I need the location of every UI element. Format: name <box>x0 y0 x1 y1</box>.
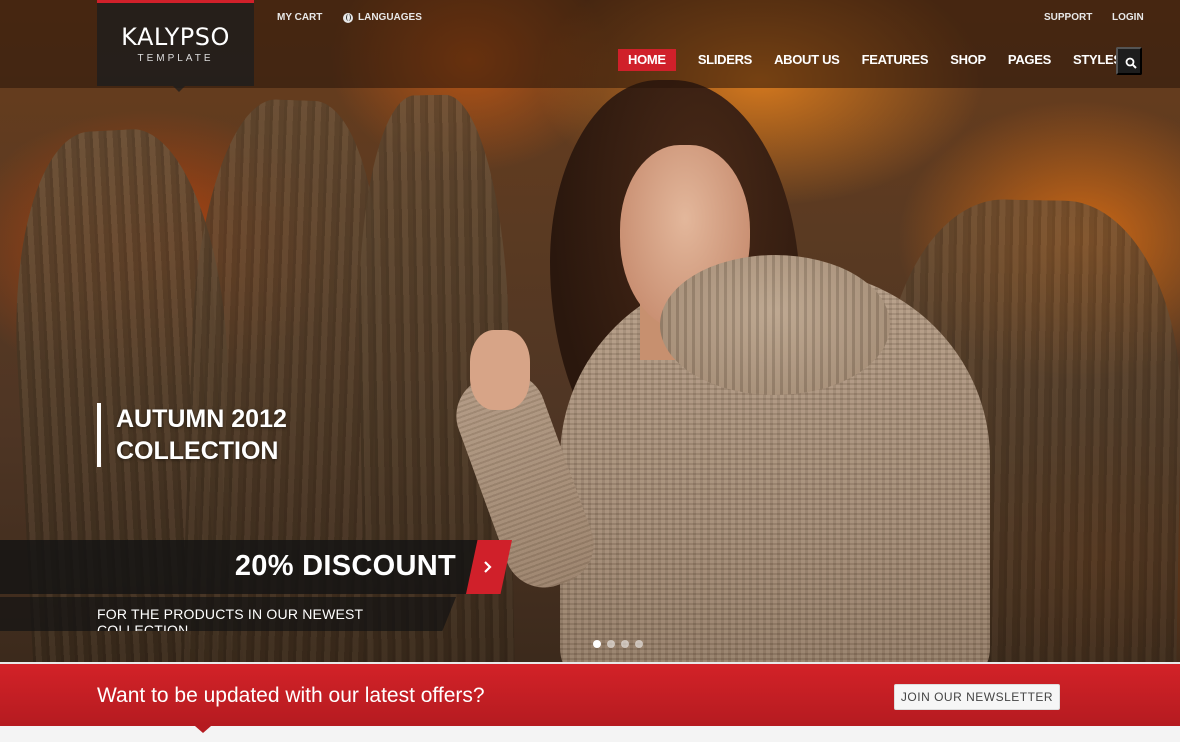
model-collar <box>660 255 890 395</box>
newsletter-text: Want to be updated with our latest offer… <box>97 684 485 707</box>
nav-styles[interactable]: STYLES <box>1073 49 1122 71</box>
nav-features[interactable]: FEATURES <box>862 49 929 71</box>
my-cart-link[interactable]: MY CART <box>277 12 322 23</box>
search-button[interactable] <box>1116 47 1142 75</box>
nav-shop[interactable]: SHOP <box>950 49 986 71</box>
discount-text: 20% DISCOUNT <box>234 550 456 582</box>
languages-label: LANGUAGES <box>358 12 422 23</box>
hero-model-image <box>440 60 1060 662</box>
logo-pointer <box>173 86 185 92</box>
slide-title: AUTUMN 2012 COLLECTION <box>97 403 287 467</box>
discount-banner: 20% DISCOUNT <box>0 540 478 594</box>
search-icon <box>1125 57 1137 69</box>
nav-home[interactable]: HOME <box>618 49 676 71</box>
join-newsletter-button[interactable]: JOIN OUR NEWSLETTER <box>894 684 1060 710</box>
globe-icon <box>343 12 353 23</box>
slider-pagination <box>593 640 643 648</box>
logo-name: KALYPSO <box>121 23 230 51</box>
slider-dot[interactable] <box>593 640 601 648</box>
slider-dot[interactable] <box>635 640 643 648</box>
nav-pages[interactable]: PAGES <box>1008 49 1051 71</box>
site-logo[interactable]: KALYPSO TEMPLATE <box>97 0 254 86</box>
newsletter-pointer <box>195 726 211 733</box>
chevron-right-icon <box>484 561 492 573</box>
slide-title-line1: AUTUMN 2012 <box>116 405 287 433</box>
model-hand <box>470 330 530 410</box>
slider-dot[interactable] <box>621 640 629 648</box>
slider-dot[interactable] <box>607 640 615 648</box>
slide-title-line2: COLLECTION <box>116 437 279 465</box>
subtitle-banner: FOR THE PRODUCTS IN OUR NEWEST COLLECTIO… <box>0 597 456 631</box>
nav-about-us[interactable]: ABOUT US <box>774 49 840 71</box>
page-content-area <box>0 726 1180 742</box>
main-navigation: HOME SLIDERS ABOUT US FEATURES SHOP PAGE… <box>618 49 1144 71</box>
login-link[interactable]: LOGIN <box>1112 12 1144 23</box>
logo-subtitle: TEMPLATE <box>137 53 214 64</box>
nav-sliders[interactable]: SLIDERS <box>698 49 753 71</box>
support-link[interactable]: SUPPORT <box>1044 12 1092 23</box>
newsletter-bar: Want to be updated with our latest offer… <box>0 662 1180 726</box>
languages-link[interactable]: LANGUAGES <box>343 12 422 23</box>
